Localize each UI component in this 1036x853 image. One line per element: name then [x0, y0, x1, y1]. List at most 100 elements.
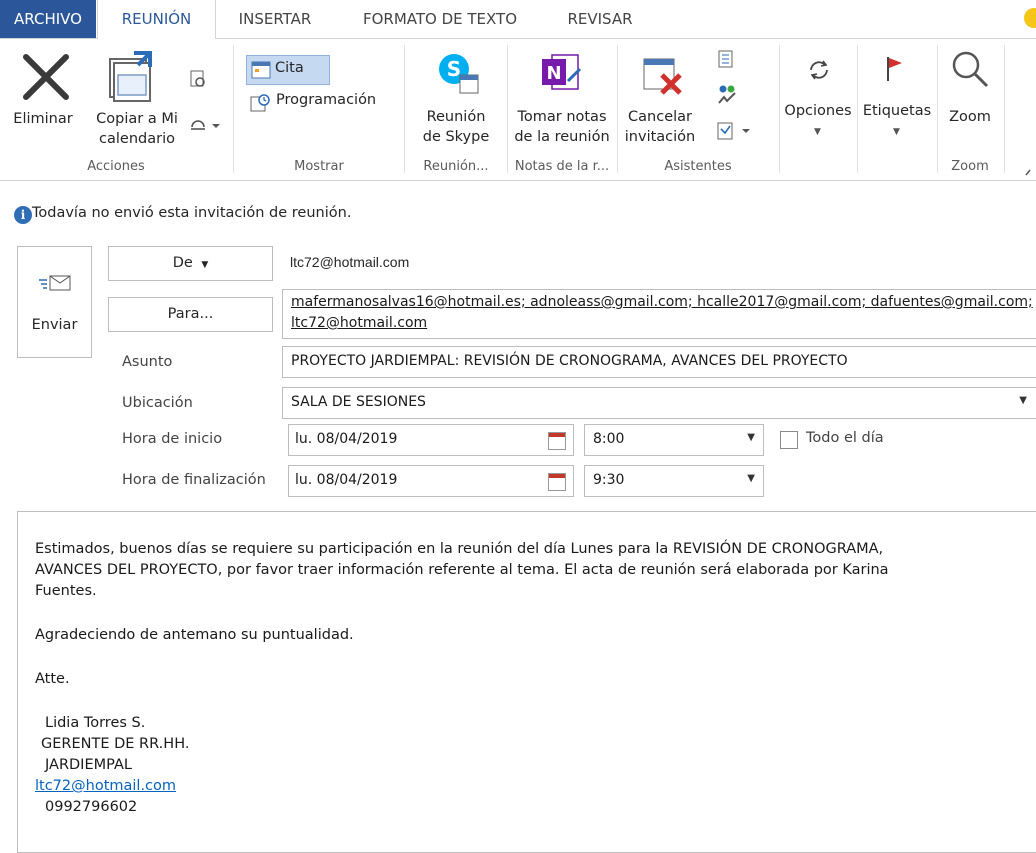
- from-dropdown-icon: ▼: [201, 260, 209, 270]
- signature-phone: 0992796602: [45, 799, 138, 815]
- location-dropdown-icon[interactable]: ▼: [1019, 395, 1027, 406]
- to-button[interactable]: Para...: [108, 297, 273, 332]
- body-paragraph-line2: AVANCES DEL PROYECTO, por favor traer in…: [35, 562, 889, 578]
- cancel-invitation-button[interactable]: Cancelar invitación: [620, 107, 700, 147]
- info-message: Todavía no envió esta invitación de reun…: [32, 205, 352, 221]
- message-body[interactable]: Estimados, buenos días se requiere su pa…: [17, 511, 1036, 853]
- start-date-value: lu. 08/04/2019: [295, 431, 398, 447]
- body-closing: Atte.: [35, 671, 70, 687]
- feedback-smiley-icon[interactable]: [1024, 8, 1036, 28]
- start-time-value: 8:00: [593, 431, 625, 447]
- group-label-notas: Notas de la r...: [514, 159, 610, 174]
- notes-label-line1: Tomar notas: [517, 109, 607, 125]
- tab-revisar[interactable]: REVISAR: [552, 0, 648, 38]
- tab-insertar[interactable]: INSERTAR: [222, 0, 328, 38]
- delete-button[interactable]: Eliminar: [0, 109, 86, 129]
- signature-company: JARDIEMPAL: [45, 757, 132, 773]
- skype-label-line1: Reunión: [426, 109, 486, 125]
- cita-label: Cita: [275, 60, 304, 76]
- take-meeting-notes-button[interactable]: Tomar notas de la reunión: [508, 107, 616, 147]
- from-button[interactable]: De ▼: [108, 246, 273, 281]
- signature-email-link[interactable]: ltc72@hotmail.com: [35, 776, 176, 797]
- group-label-acciones: Acciones: [87, 159, 145, 174]
- ribbon-separator: [937, 45, 938, 173]
- all-day-checkbox[interactable]: [780, 431, 798, 449]
- cancel-label-line2: invitación: [624, 129, 696, 145]
- start-date-input[interactable]: lu. 08/04/2019: [288, 424, 574, 456]
- body-thanks: Agradeciendo de antemano su puntualidad.: [35, 627, 354, 643]
- end-time-value: 9:30: [593, 472, 625, 488]
- end-date-input[interactable]: lu. 08/04/2019: [288, 465, 574, 497]
- group-label-asistentes: Asistentes: [664, 159, 732, 174]
- ribbon-separator: [617, 45, 618, 173]
- flag-icon[interactable]: [884, 55, 906, 83]
- from-value: ltc72@hotmail.com: [290, 254, 410, 270]
- end-calendar-icon[interactable]: [548, 473, 566, 491]
- copy-label-line2: calendario: [99, 131, 175, 147]
- subject-input[interactable]: PROYECTO JARDIEMPAL: REVISIÓN DE CRONOGR…: [282, 346, 1036, 378]
- skype-meeting-button[interactable]: Reunión de Skype: [406, 107, 506, 147]
- group-label-mostrar: Mostrar: [294, 159, 344, 174]
- zoom-icon[interactable]: [950, 49, 990, 89]
- options-button[interactable]: Opciones: [780, 101, 856, 121]
- tab-formato-de-texto[interactable]: FORMATO DE TEXTO: [340, 0, 540, 38]
- start-time-dropdown-icon[interactable]: ▼: [747, 432, 755, 443]
- options-icon[interactable]: [806, 57, 832, 83]
- end-time-input[interactable]: 9:30 ▼: [584, 465, 764, 497]
- notes-label-line2: de la reunión: [514, 129, 610, 145]
- end-time-dropdown-icon[interactable]: ▼: [747, 473, 755, 484]
- skype-label-line2: de Skype: [422, 129, 490, 145]
- group-label-zoom: Zoom: [951, 159, 989, 174]
- tab-reunion[interactable]: REUNIÓN: [97, 0, 216, 39]
- all-day-label: Todo el día: [806, 430, 884, 446]
- end-time-label: Hora de finalización: [122, 472, 266, 488]
- to-recipients-line2[interactable]: ltc72@hotmail.com: [291, 315, 427, 331]
- group-label-reunion-skype: Reunión...: [423, 159, 489, 174]
- to-recipients-line1[interactable]: mafermanosalvas16@hotmail.es; adnoleass@…: [291, 294, 1033, 310]
- tags-button[interactable]: Etiquetas: [858, 101, 936, 121]
- cita-button[interactable]: Cita: [246, 55, 330, 85]
- programacion-label: Programación: [276, 92, 377, 108]
- forward-dropdown-icon[interactable]: [188, 115, 222, 135]
- print-preview-icon[interactable]: [188, 69, 208, 89]
- subject-label: Asunto: [122, 354, 173, 370]
- tags-dropdown-icon[interactable]: ▼: [893, 127, 900, 137]
- onenote-icon[interactable]: N: [538, 51, 584, 95]
- ribbon-tab-bar: ARCHIVO REUNIÓN INSERTAR FORMATO DE TEXT…: [0, 0, 1036, 39]
- ribbon: Eliminar Copiar a Mi calendario Acciones…: [0, 39, 1036, 181]
- check-names-icon[interactable]: [716, 83, 738, 105]
- response-options-icon[interactable]: [716, 121, 756, 141]
- tab-archivo[interactable]: ARCHIVO: [0, 0, 96, 38]
- copy-to-calendar-icon[interactable]: [104, 49, 160, 105]
- signature-name: Lidia Torres S.: [45, 715, 146, 731]
- address-book-icon[interactable]: [716, 49, 736, 69]
- ribbon-separator: [1004, 45, 1005, 173]
- cancel-label-line1: Cancelar: [628, 109, 692, 125]
- cancel-invitation-icon[interactable]: [640, 53, 686, 99]
- svg-text:S: S: [447, 57, 461, 81]
- programacion-button[interactable]: Programación: [250, 91, 400, 115]
- skype-meeting-icon[interactable]: S: [436, 51, 480, 95]
- ribbon-separator: [404, 45, 405, 173]
- copy-label-line1: Copiar a Mi: [96, 111, 178, 127]
- collapse-ribbon-icon[interactable]: [1024, 163, 1034, 176]
- delete-icon[interactable]: [18, 49, 74, 105]
- zoom-button[interactable]: Zoom: [940, 107, 1000, 127]
- send-icon: [38, 271, 72, 295]
- signature-title: GERENTE DE RR.HH.: [41, 736, 190, 752]
- svg-text:N: N: [546, 63, 561, 84]
- start-time-label: Hora de inicio: [122, 431, 223, 447]
- body-paragraph-line1: Estimados, buenos días se requiere su pa…: [35, 541, 884, 557]
- start-calendar-icon[interactable]: [548, 432, 566, 450]
- location-value: SALA DE SESIONES: [291, 394, 426, 410]
- subject-value: PROYECTO JARDIEMPAL: REVISIÓN DE CRONOGR…: [291, 353, 848, 369]
- send-button[interactable]: Enviar: [17, 246, 92, 358]
- ribbon-separator: [233, 45, 234, 173]
- end-date-value: lu. 08/04/2019: [295, 472, 398, 488]
- location-input[interactable]: SALA DE SESIONES ▼: [282, 387, 1036, 419]
- options-dropdown-icon[interactable]: ▼: [814, 127, 821, 137]
- copy-to-my-calendar-button[interactable]: Copiar a Mi calendario: [86, 109, 188, 149]
- start-time-input[interactable]: 8:00 ▼: [584, 424, 764, 456]
- to-field[interactable]: mafermanosalvas16@hotmail.es; adnoleass@…: [282, 289, 1036, 339]
- from-button-label: De: [172, 255, 193, 271]
